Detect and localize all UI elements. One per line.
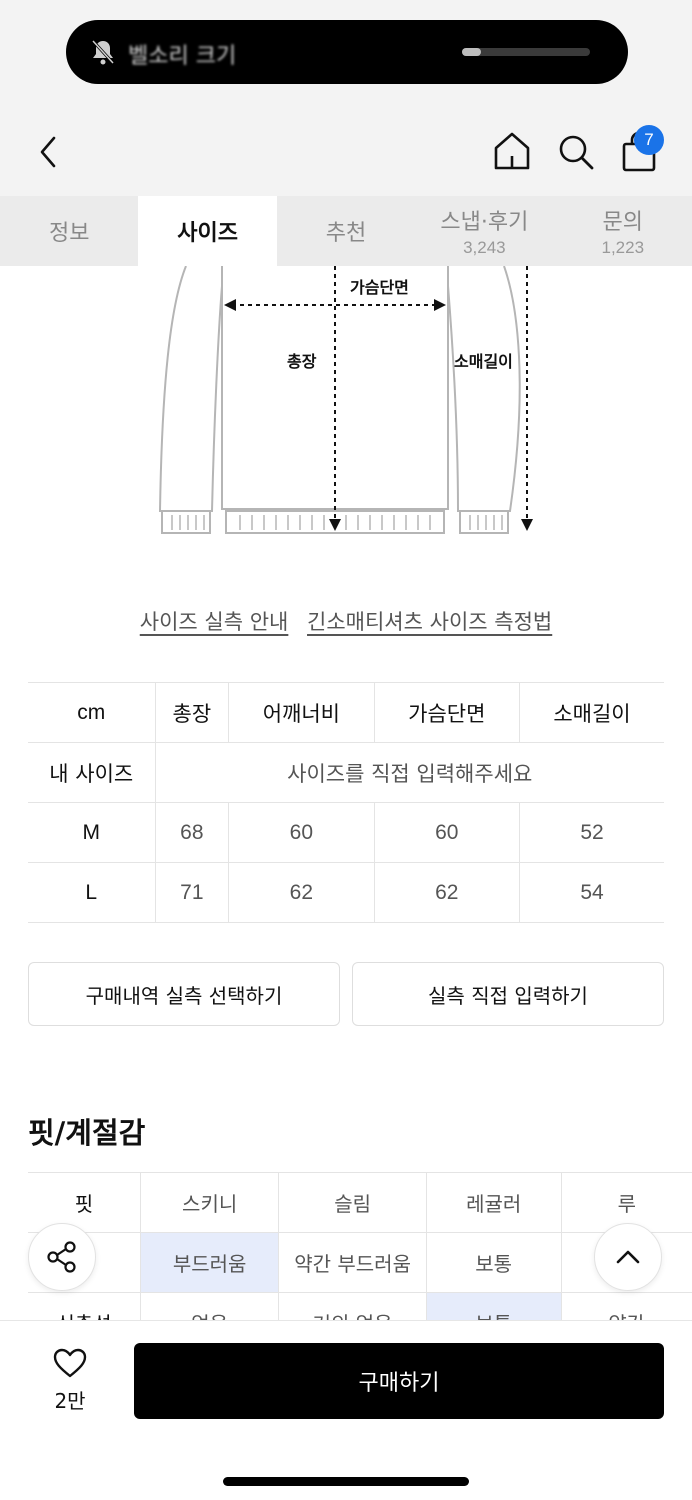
buy-button[interactable]: 구매하기 xyxy=(134,1343,664,1419)
table-cell: 68 xyxy=(154,802,229,863)
fit-option: 부드러움 xyxy=(139,1232,279,1293)
table-header-row: cm 총장 어깨너비 가슴단면 소매길이 xyxy=(28,682,664,743)
table-cell: 52 xyxy=(518,802,664,863)
table-row: L 71 62 62 54 xyxy=(28,862,664,923)
tab-recommend[interactable]: 추천 xyxy=(277,196,415,266)
fit-option: 없음 xyxy=(139,1292,279,1320)
tab-inquiry[interactable]: 문의 1,223 xyxy=(554,196,692,266)
fit-option: 거의 없음 xyxy=(278,1292,427,1320)
size-label: M xyxy=(28,802,155,863)
header-cell: 어깨너비 xyxy=(228,682,375,743)
fit-option: 슬림 xyxy=(278,1172,427,1233)
fit-row: 핏 스키니 슬림 레귤러 루 xyxy=(28,1172,692,1233)
size-guide-link[interactable]: 사이즈 실측 안내 xyxy=(140,610,289,634)
tab-label: 정보 xyxy=(48,221,90,246)
tab-label: 사이즈 xyxy=(177,221,238,246)
search-icon[interactable] xyxy=(556,132,596,172)
like-count: 2만 xyxy=(54,1389,86,1413)
volume-slider[interactable] xyxy=(462,48,590,56)
header-cell: cm xyxy=(28,682,155,743)
table-cell: 60 xyxy=(373,802,520,863)
fit-row-label: 신축성 xyxy=(28,1292,141,1320)
fit-option: 보통 xyxy=(425,1292,562,1320)
header-cell: 가슴단면 xyxy=(373,682,520,743)
fit-table-wrapper: 핏 스키니 슬림 레귤러 루 감 부드러움 약간 부드러움 보통 약간 신축성 … xyxy=(0,1172,692,1320)
sleeve-label: 소매길이 xyxy=(454,352,513,371)
sweatshirt-diagram xyxy=(158,265,533,534)
cart-count-badge: 7 xyxy=(634,125,664,155)
fit-table: 핏 스키니 슬림 레귤러 루 감 부드러움 약간 부드러움 보통 약간 신축성 … xyxy=(28,1172,692,1320)
volume-fill xyxy=(462,48,482,56)
length-label: 총장 xyxy=(287,352,317,371)
header-cell: 총장 xyxy=(154,682,229,743)
tab-bar: 정보 사이즈 추천 스냅·후기 3,243 문의 1,223 xyxy=(0,196,692,266)
fit-row-label: 핏 xyxy=(28,1172,141,1233)
my-size-row: 내 사이즈 사이즈를 직접 입력해주세요 xyxy=(28,742,664,803)
table-cell: 60 xyxy=(228,802,375,863)
fit-option: 스키니 xyxy=(139,1172,279,1233)
home-icon[interactable] xyxy=(492,130,532,172)
size-guide-links: 사이즈 실측 안내 긴소매티셔츠 사이즈 측정법 xyxy=(0,606,692,636)
fit-option: 보통 xyxy=(425,1232,562,1293)
fit-option: 약간 xyxy=(560,1292,692,1320)
home-indicator xyxy=(223,1477,469,1486)
fit-option: 레귤러 xyxy=(425,1172,562,1233)
share-button[interactable] xyxy=(28,1223,96,1291)
header-cell: 소매길이 xyxy=(518,682,664,743)
tab-label: 스냅·후기 xyxy=(440,210,529,235)
status-area: 벨소리 크기 xyxy=(0,0,692,108)
size-label: L xyxy=(28,862,155,923)
table-row: M 68 60 60 52 xyxy=(28,802,664,863)
table-cell: 62 xyxy=(373,862,520,923)
fit-section-title: 핏/계절감 xyxy=(28,1116,146,1150)
volume-hud: 벨소리 크기 xyxy=(66,20,628,84)
chevron-up-icon xyxy=(616,1250,640,1264)
tab-label: 문의 xyxy=(602,210,643,235)
fit-option: 약간 부드러움 xyxy=(278,1232,427,1293)
scroll-top-button[interactable] xyxy=(594,1223,662,1291)
table-cell: 62 xyxy=(228,862,375,923)
tab-count: 1,223 xyxy=(601,238,645,257)
my-size-label: 내 사이즈 xyxy=(28,742,155,803)
my-size-input[interactable]: 사이즈를 직접 입력해주세요 xyxy=(154,742,664,803)
bell-slash-icon xyxy=(91,39,115,65)
tab-label: 추천 xyxy=(325,221,367,246)
size-table: cm 총장 어깨너비 가슴단면 소매길이 내 사이즈 사이즈를 직접 입력해주세… xyxy=(28,682,664,923)
chest-label: 가슴단면 xyxy=(350,278,409,297)
measure-method-link[interactable]: 긴소매티셔츠 사이즈 측정법 xyxy=(307,610,552,634)
manual-input-button[interactable]: 실측 직접 입력하기 xyxy=(352,962,664,1026)
size-diagram: 가슴단면 총장 소매길이 xyxy=(0,265,692,556)
volume-label: 벨소리 크기 xyxy=(128,44,237,69)
table-cell: 54 xyxy=(518,862,664,923)
share-icon xyxy=(47,1241,76,1273)
measure-buttons: 구매내역 실측 선택하기 실측 직접 입력하기 xyxy=(28,962,664,1026)
tab-info[interactable]: 정보 xyxy=(0,196,138,266)
tab-count: 3,243 xyxy=(463,238,506,257)
tab-size[interactable]: 사이즈 xyxy=(138,196,277,266)
fit-row: 감 부드러움 약간 부드러움 보통 약간 xyxy=(28,1232,692,1293)
bottom-action-bar: 2만 구매하기 xyxy=(0,1320,692,1500)
top-navbar: 7 xyxy=(0,108,692,196)
like-button[interactable]: 2만 xyxy=(40,1347,100,1414)
table-cell: 71 xyxy=(154,862,229,923)
purchase-history-button[interactable]: 구매내역 실측 선택하기 xyxy=(28,962,340,1026)
fit-row: 신축성 없음 거의 없음 보통 약간 xyxy=(28,1292,692,1320)
tab-snap-review[interactable]: 스냅·후기 3,243 xyxy=(415,196,553,266)
heart-icon xyxy=(53,1348,87,1378)
chevron-left-icon[interactable] xyxy=(34,134,64,170)
